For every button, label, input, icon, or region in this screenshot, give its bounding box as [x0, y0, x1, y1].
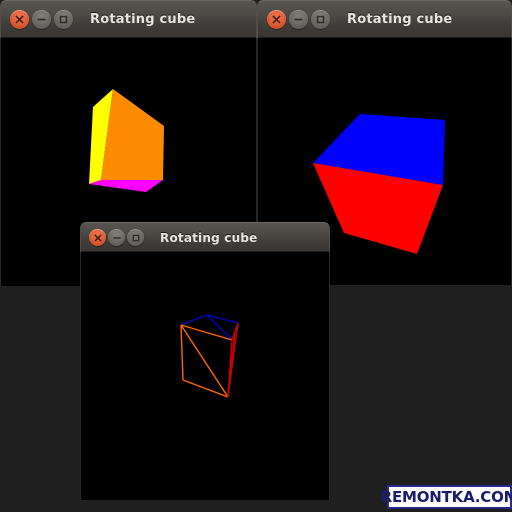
cube-render-3: [180, 314, 239, 398]
desktop-background: Rotating cube Rotating cube Rotating cub…: [0, 0, 512, 512]
window-rotating-cube-3[interactable]: Rotating cube: [80, 222, 330, 500]
close-x-icon: [272, 15, 281, 24]
maximize-square-icon: [316, 15, 325, 24]
wireframe-cube-body-diagonal-edge: [180, 324, 229, 398]
titlebar[interactable]: Rotating cube: [257, 0, 512, 38]
minimize-dash-icon: [37, 18, 46, 21]
maximize-square-icon: [132, 234, 139, 241]
window-title: Rotating cube: [90, 12, 196, 27]
maximize-square-icon: [59, 15, 68, 24]
minimize-button[interactable]: [108, 229, 125, 246]
watermark-text: REMONTKA.COM: [380, 488, 512, 506]
minimize-dash-icon: [112, 236, 121, 239]
close-button[interactable]: [89, 229, 106, 246]
orange-yellow-magenta-cube-bottom-face: [89, 180, 163, 192]
minimize-button[interactable]: [289, 10, 308, 29]
close-x-icon: [93, 233, 102, 242]
window-controls: [10, 10, 73, 29]
window-title: Rotating cube: [160, 230, 258, 245]
window-title: Rotating cube: [347, 12, 453, 27]
window-controls: [267, 10, 330, 29]
maximize-button[interactable]: [127, 229, 144, 246]
window-controls: [89, 229, 144, 246]
maximize-button[interactable]: [311, 10, 330, 29]
titlebar[interactable]: Rotating cube: [80, 222, 330, 252]
close-x-icon: [15, 15, 24, 24]
minimize-button[interactable]: [32, 10, 51, 29]
wireframe-cube-left-vertical-edge: [180, 324, 184, 381]
close-button[interactable]: [267, 10, 286, 29]
wireframe-cube-bottom-left-edge: [182, 379, 229, 398]
watermark-badge: REMONTKA.COM: [381, 485, 512, 509]
close-button[interactable]: [10, 10, 29, 29]
minimize-dash-icon: [294, 18, 303, 21]
wireframe-cube-top-left-edge: [180, 314, 208, 326]
gl-canvas-wireframe-cube[interactable]: [80, 252, 330, 500]
titlebar[interactable]: Rotating cube: [0, 0, 257, 38]
maximize-button[interactable]: [54, 10, 73, 29]
